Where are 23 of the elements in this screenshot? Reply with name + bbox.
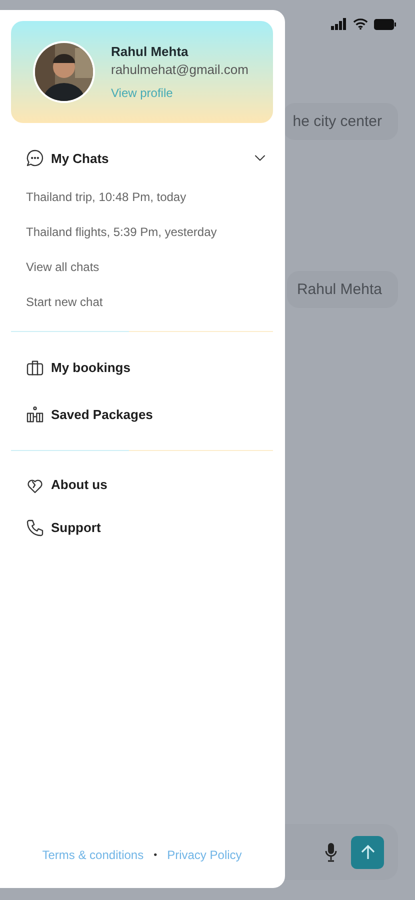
chat-item[interactable]: Thailand trip, 10:48 Pm, today — [11, 179, 273, 214]
chat-item[interactable]: View all chats — [11, 249, 273, 284]
profile-name: Rahul Mehta — [111, 44, 190, 59]
chat-item[interactable]: Thailand flights, 5:39 Pm, yesterday — [11, 214, 273, 249]
send-button[interactable] — [351, 836, 384, 868]
phone-icon — [25, 518, 45, 538]
my-chats-header[interactable]: My Chats — [11, 147, 273, 169]
signal-icon — [331, 18, 347, 30]
menu-item[interactable]: Support — [11, 506, 273, 549]
arrow-up-icon — [360, 844, 374, 860]
packages-icon — [25, 404, 45, 424]
message-bubble: he city center — [282, 103, 398, 140]
menu-item[interactable]: My bookings — [11, 344, 273, 391]
microphone-icon[interactable] — [325, 842, 337, 862]
chat-item[interactable]: Start new chat — [11, 284, 273, 319]
separator-dot: • — [154, 850, 158, 860]
menu-item[interactable]: About us — [11, 463, 273, 506]
battery-icon — [374, 18, 396, 30]
chat-bubble-icon — [25, 148, 45, 168]
menu-item[interactable]: Saved Packages — [11, 391, 273, 438]
wifi-icon — [353, 18, 368, 30]
message-bubble: Rahul Mehta — [286, 271, 398, 308]
profile-email: rahulmehat@gmail.com — [111, 62, 248, 77]
